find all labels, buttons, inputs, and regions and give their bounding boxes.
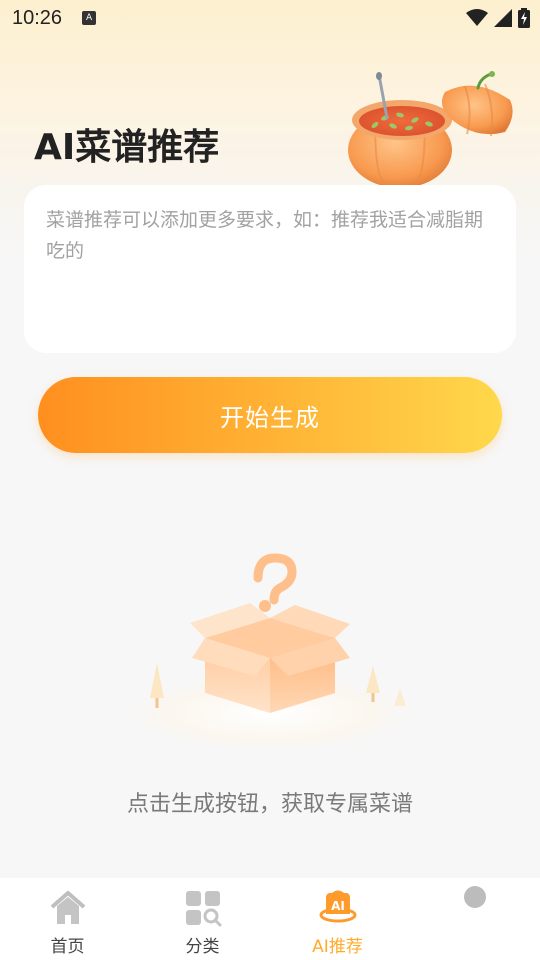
tab-category-label: 分类 bbox=[185, 937, 220, 957]
status-icons bbox=[466, 8, 530, 28]
a-icon: A bbox=[82, 11, 97, 25]
status-bar: 10:26 A bbox=[0, 0, 540, 36]
page-title: AI菜谱推荐 bbox=[34, 127, 220, 168]
category-search-icon bbox=[185, 891, 221, 927]
pumpkin-soup-illustration bbox=[348, 71, 513, 188]
tab-ai-recommend-label: AI推荐 bbox=[312, 937, 363, 957]
battery-charging-icon bbox=[518, 8, 530, 28]
tab-profile[interactable] bbox=[405, 878, 540, 960]
empty-state-text: 点击生成按钮，获取专属菜谱 bbox=[126, 792, 413, 817]
tab-home-label: 首页 bbox=[50, 937, 85, 957]
open-box-question-illustration bbox=[120, 553, 420, 753]
recipe-requirement-input[interactable] bbox=[24, 185, 516, 353]
tab-ai-recommend[interactable]: AI AI推荐 bbox=[270, 878, 405, 960]
svg-text:AI: AI bbox=[331, 899, 345, 913]
tab-home[interactable]: 首页 bbox=[0, 878, 135, 960]
tab-category[interactable]: 分类 bbox=[135, 878, 270, 960]
start-generate-button[interactable]: 开始生成 bbox=[38, 377, 502, 453]
wifi-icon bbox=[466, 9, 488, 26]
face-icon bbox=[464, 886, 486, 908]
ai-chef-icon: AI bbox=[319, 890, 356, 923]
bottom-tab-bar: 首页 分类 AI AI推荐 bbox=[0, 878, 540, 960]
home-icon bbox=[50, 891, 85, 924]
signal-icon bbox=[494, 9, 512, 27]
status-time: 10:26 bbox=[12, 6, 63, 29]
